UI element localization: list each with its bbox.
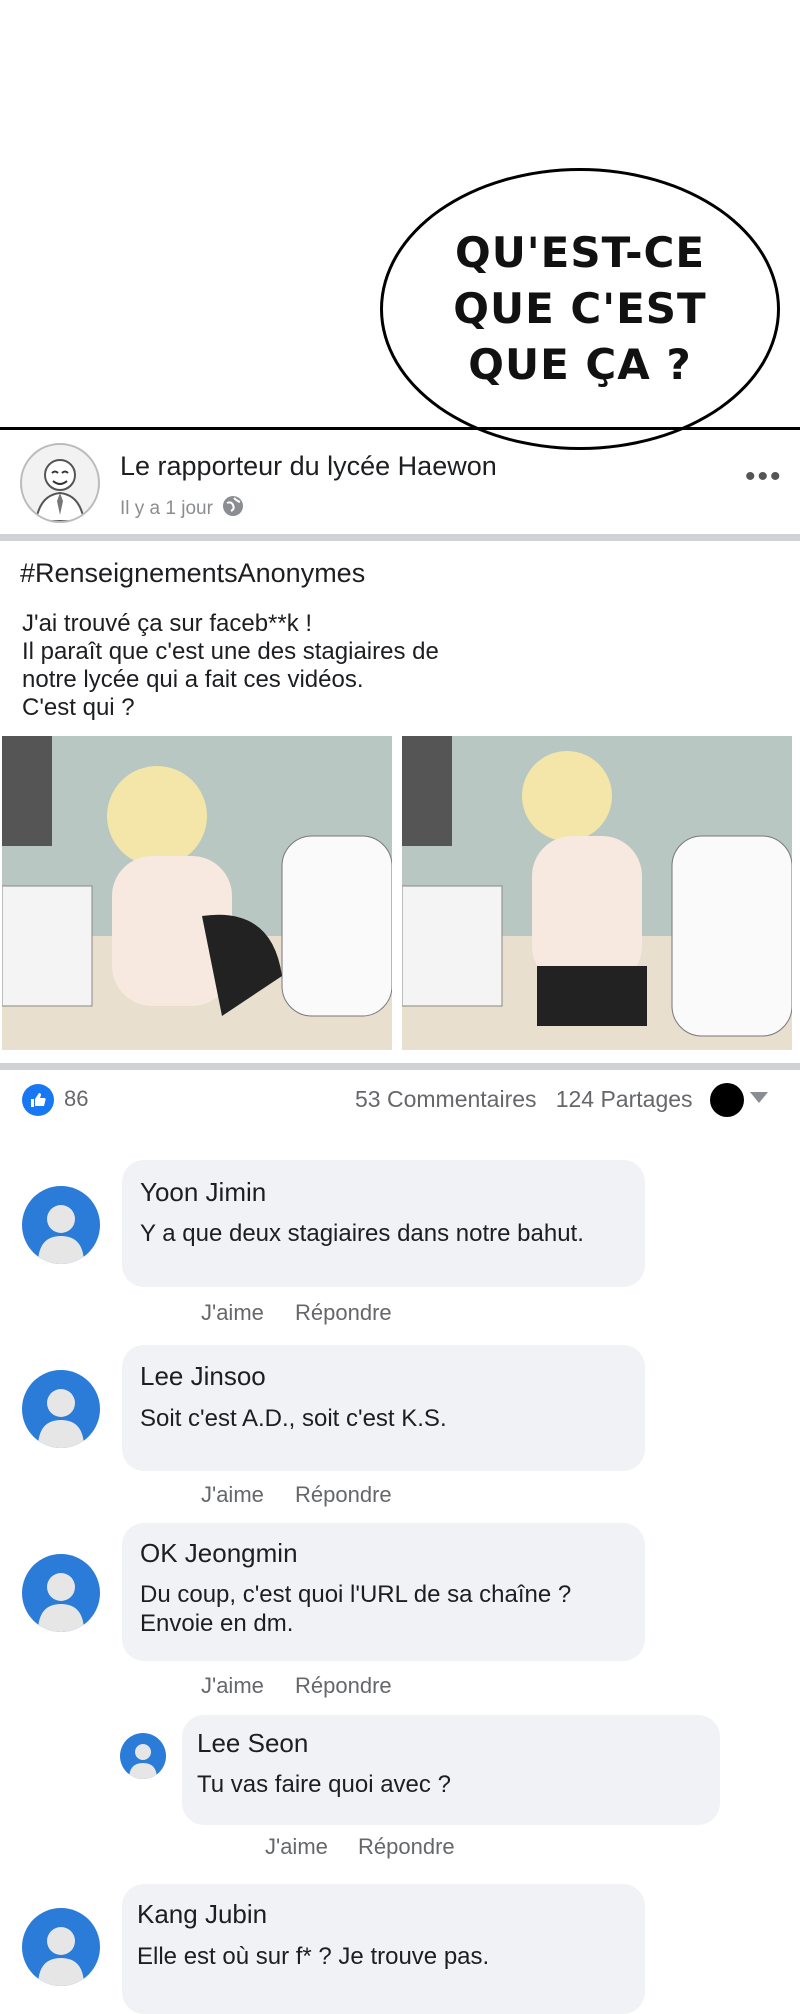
more-options-icon[interactable]: ••• bbox=[745, 460, 783, 494]
comment-text: Soit c'est A.D., soit c'est K.S. bbox=[140, 1405, 447, 1432]
default-avatar-icon[interactable] bbox=[22, 1186, 100, 1264]
default-avatar-icon[interactable] bbox=[22, 1908, 100, 1986]
comment-author[interactable]: OK Jeongmin bbox=[140, 1538, 298, 1569]
default-avatar-icon[interactable] bbox=[120, 1733, 166, 1779]
post-timestamp: Il y a 1 jour bbox=[120, 494, 245, 524]
globe-icon bbox=[221, 494, 245, 524]
post-photo-1[interactable] bbox=[2, 736, 392, 1050]
like-link[interactable]: J'aime bbox=[201, 1300, 264, 1326]
comment-text: Du coup, c'est quoi l'URL de sa chaîne ?… bbox=[140, 1581, 572, 1637]
like-thumb-icon bbox=[22, 1084, 54, 1116]
comment-author[interactable]: Kang Jubin bbox=[137, 1899, 267, 1930]
default-avatar-icon[interactable] bbox=[22, 1554, 100, 1632]
speech-bubble-text: QU'EST-CE QUE C'EST QUE ÇA ? bbox=[453, 228, 707, 389]
panel-border bbox=[0, 427, 800, 430]
comment-text: Elle est où sur f* ? Je trouve pas. bbox=[137, 1943, 490, 1970]
post-time-text: Il y a 1 jour bbox=[120, 498, 213, 519]
post-stats: 53 Commentaires 124 Partages bbox=[355, 1086, 693, 1113]
comment-author[interactable]: Yoon Jimin bbox=[140, 1177, 266, 1208]
like-count[interactable]: 86 bbox=[64, 1086, 88, 1112]
comment-author[interactable]: Lee Seon bbox=[197, 1728, 308, 1759]
speech-bubble: QU'EST-CE QUE C'EST QUE ÇA ? bbox=[380, 168, 780, 450]
reply-link[interactable]: Répondre bbox=[358, 1834, 455, 1860]
like-link[interactable]: J'aime bbox=[265, 1834, 328, 1860]
post-body: J'ai trouvé ça sur faceb**k ! Il paraît … bbox=[22, 610, 439, 721]
reply-link[interactable]: Répondre bbox=[295, 1673, 392, 1699]
like-link[interactable]: J'aime bbox=[201, 1482, 264, 1508]
dropdown-caret-icon[interactable] bbox=[750, 1092, 768, 1103]
post-photo-2[interactable] bbox=[402, 736, 792, 1050]
reaction-avatar[interactable] bbox=[710, 1083, 744, 1117]
divider bbox=[0, 534, 800, 541]
post-hashtag[interactable]: #RenseignementsAnonymes bbox=[20, 558, 365, 589]
comment-text: Tu vas faire quoi avec ? bbox=[197, 1771, 451, 1798]
comment-author[interactable]: Lee Jinsoo bbox=[140, 1361, 266, 1392]
page-name[interactable]: Le rapporteur du lycée Haewon bbox=[120, 451, 497, 482]
default-avatar-icon[interactable] bbox=[22, 1370, 100, 1448]
like-link[interactable]: J'aime bbox=[201, 1673, 264, 1699]
share-count[interactable]: 124 Partages bbox=[556, 1086, 693, 1112]
comment-text: Y a que deux stagiaires dans notre bahut… bbox=[140, 1220, 584, 1247]
reply-link[interactable]: Répondre bbox=[295, 1482, 392, 1508]
page-avatar[interactable] bbox=[20, 443, 100, 523]
reply-link[interactable]: Répondre bbox=[295, 1300, 392, 1326]
divider bbox=[0, 1063, 800, 1070]
comment-count[interactable]: 53 Commentaires bbox=[355, 1086, 537, 1112]
